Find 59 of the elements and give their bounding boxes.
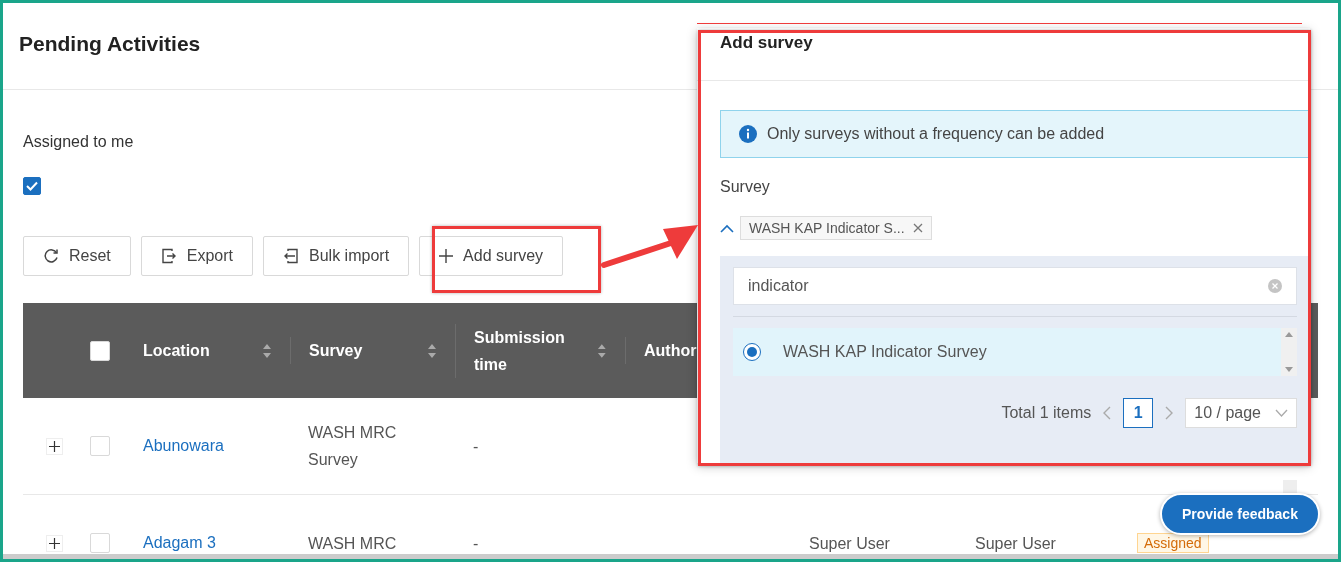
scroll-down-icon[interactable] bbox=[1285, 367, 1293, 372]
table-cell-text: - bbox=[472, 533, 480, 554]
column-header[interactable]: Author bbox=[644, 337, 697, 364]
close-icon[interactable] bbox=[912, 223, 923, 233]
column-header[interactable]: Submission time bbox=[474, 323, 598, 378]
search-field[interactable]: indicator bbox=[733, 267, 1297, 305]
sort-icon[interactable] bbox=[262, 342, 272, 359]
table-cell-text: Super User bbox=[808, 533, 891, 554]
dialog-title: Add survey bbox=[720, 33, 813, 53]
row-checkbox[interactable] bbox=[90, 436, 110, 456]
scrollbar[interactable] bbox=[1283, 480, 1297, 493]
column-header[interactable]: Location bbox=[143, 337, 210, 364]
reset-icon bbox=[43, 248, 59, 264]
status-tag: Assigned bbox=[1137, 533, 1209, 553]
table-cell-text: Super User bbox=[974, 533, 1057, 554]
plus-icon bbox=[439, 249, 454, 263]
export-icon bbox=[160, 248, 177, 264]
table-cell-text: WASH MRC Survey bbox=[307, 423, 398, 470]
table-cell-text: - bbox=[472, 436, 480, 457]
table-cell-text: WASH MRC bbox=[307, 533, 398, 554]
plus-icon bbox=[49, 537, 60, 549]
radio-button[interactable] bbox=[743, 343, 761, 361]
location-link[interactable]: Adagam 3 bbox=[125, 534, 234, 551]
import-icon bbox=[283, 248, 300, 264]
option-item[interactable]: WASH KAP Indicator Survey bbox=[733, 328, 1281, 376]
assigned-checkbox[interactable] bbox=[23, 177, 41, 195]
feedback-button[interactable]: Provide feedback bbox=[1160, 493, 1320, 535]
location-link[interactable]: Abunowara bbox=[125, 437, 242, 454]
page-number[interactable]: 1 bbox=[1123, 398, 1154, 428]
toolbar-button[interactable]: Reset bbox=[23, 236, 131, 276]
selected-tag: WASH KAP Indicator S... bbox=[740, 216, 932, 240]
total-count: Total 1 items bbox=[1001, 404, 1092, 422]
next-icon[interactable] bbox=[1165, 406, 1174, 420]
sort-icon[interactable] bbox=[427, 342, 437, 359]
expand-toggle[interactable] bbox=[46, 534, 63, 552]
column-header[interactable]: Survey bbox=[309, 337, 363, 364]
row-checkbox[interactable] bbox=[90, 533, 110, 553]
sort-icon[interactable] bbox=[597, 342, 607, 359]
scrollbar[interactable] bbox=[1281, 328, 1297, 376]
caret-icon[interactable] bbox=[720, 223, 734, 233]
previous-icon[interactable] bbox=[1103, 406, 1112, 420]
page-title: Pending Activities bbox=[19, 32, 201, 56]
alert-text: Only surveys without a frequency can be added bbox=[767, 125, 1105, 143]
select-all-checkbox[interactable] bbox=[90, 340, 110, 361]
option-label: WASH KAP Indicator Survey bbox=[783, 343, 987, 361]
check-icon bbox=[26, 181, 38, 191]
plus-icon bbox=[49, 440, 60, 452]
chevron-icon bbox=[1275, 409, 1288, 417]
info-icon bbox=[739, 125, 757, 143]
page-size-select[interactable]: 10 / page bbox=[1185, 398, 1297, 428]
filter-label: Assigned to me bbox=[23, 133, 134, 151]
toolbar-button[interactable]: Export bbox=[140, 236, 254, 276]
scroll-up-icon[interactable] bbox=[1285, 332, 1293, 337]
toolbar-button[interactable]: Bulk import bbox=[263, 236, 410, 276]
clear-icon[interactable] bbox=[1268, 279, 1282, 293]
toolbar-button[interactable]: Add survey bbox=[419, 236, 564, 276]
field-label: Survey bbox=[720, 178, 771, 196]
expand-toggle[interactable] bbox=[46, 437, 63, 455]
scrollbar[interactable] bbox=[3, 554, 1338, 559]
